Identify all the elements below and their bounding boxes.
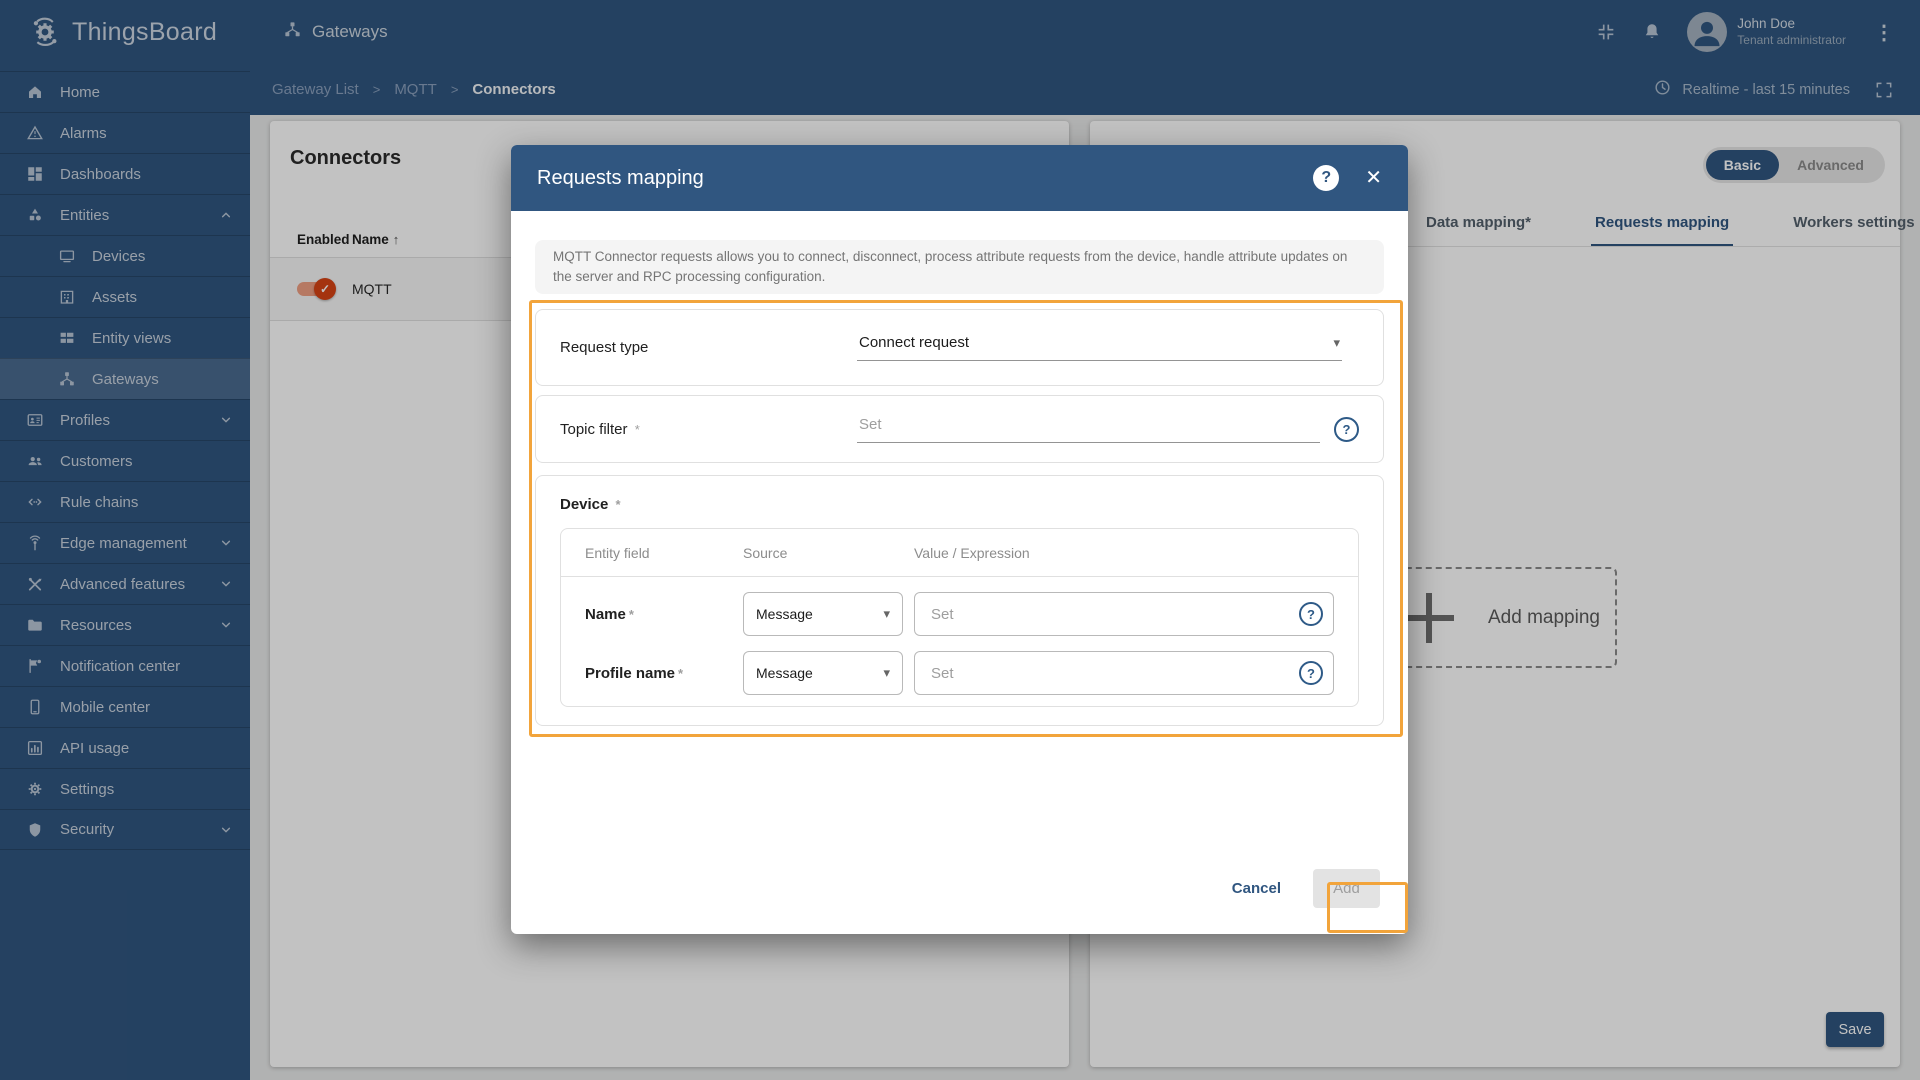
chevron-down-icon: ▾ [883, 665, 890, 680]
profile-name-help-icon[interactable]: ? [1299, 661, 1323, 685]
request-type-select[interactable]: Connect request ▾ [857, 334, 1342, 361]
profile-name-value-field: ? [914, 651, 1334, 695]
dialog-description: MQTT Connector requests allows you to co… [535, 240, 1384, 294]
dialog-footer: Cancel Add [511, 869, 1408, 934]
close-icon[interactable]: ✕ [1365, 168, 1382, 188]
profile-name-value-input[interactable] [931, 664, 1289, 682]
chevron-down-icon: ▾ [883, 606, 890, 621]
name-value-field: ? [914, 592, 1334, 636]
required-marker: * [628, 606, 634, 622]
profile-name-label: Profile name * [585, 664, 684, 682]
cancel-button[interactable]: Cancel [1232, 880, 1281, 897]
topic-filter-help-icon[interactable]: ? [1334, 416, 1359, 442]
name-source-select[interactable]: Message ▾ [743, 592, 903, 636]
name-label: Name * [585, 605, 634, 623]
request-type-row: Request type Connect request ▾ [535, 309, 1384, 386]
device-row-name: Name* Message▾? [561, 592, 1358, 636]
add-button[interactable]: Add [1313, 869, 1380, 908]
column-entity-field: Entity field [585, 544, 650, 561]
device-table-header: Entity field Source Value / Expression [561, 529, 1358, 577]
required-marker: * [615, 497, 621, 512]
device-section-label: Device [560, 496, 609, 513]
dialog-help-icon[interactable]: ? [1313, 165, 1340, 191]
dialog-header: Requests mapping ? ✕ [511, 145, 1408, 211]
topic-filter-input[interactable] [857, 415, 1320, 443]
device-fields-table: Entity field Source Value / Expression N… [560, 528, 1359, 707]
required-marker: * [678, 665, 684, 681]
device-row-profile-name: Profile name* Message▾? [561, 651, 1358, 695]
requests-mapping-dialog: Requests mapping ? ✕ MQTT Connector requ… [511, 145, 1408, 934]
dialog-title: Requests mapping [537, 166, 704, 189]
chevron-down-icon: ▾ [1333, 334, 1340, 350]
name-value-input[interactable] [931, 605, 1289, 623]
app-root: ThingsBoard Home Alarms Dashboards Entities… [0, 0, 1920, 1080]
topic-filter-row: Topic filter * ? [535, 395, 1384, 463]
topic-filter-label: Topic filter [560, 420, 628, 438]
required-marker: * [634, 421, 640, 437]
device-section: Device * Entity field Source Value / Exp… [535, 475, 1384, 726]
request-type-value: Connect request [859, 334, 970, 351]
request-type-label: Request type [560, 339, 649, 356]
column-value-expression: Value / Expression [914, 544, 1030, 561]
profile-name-source-select[interactable]: Message ▾ [743, 651, 903, 695]
column-source: Source [743, 544, 788, 561]
name-help-icon[interactable]: ? [1299, 602, 1323, 626]
